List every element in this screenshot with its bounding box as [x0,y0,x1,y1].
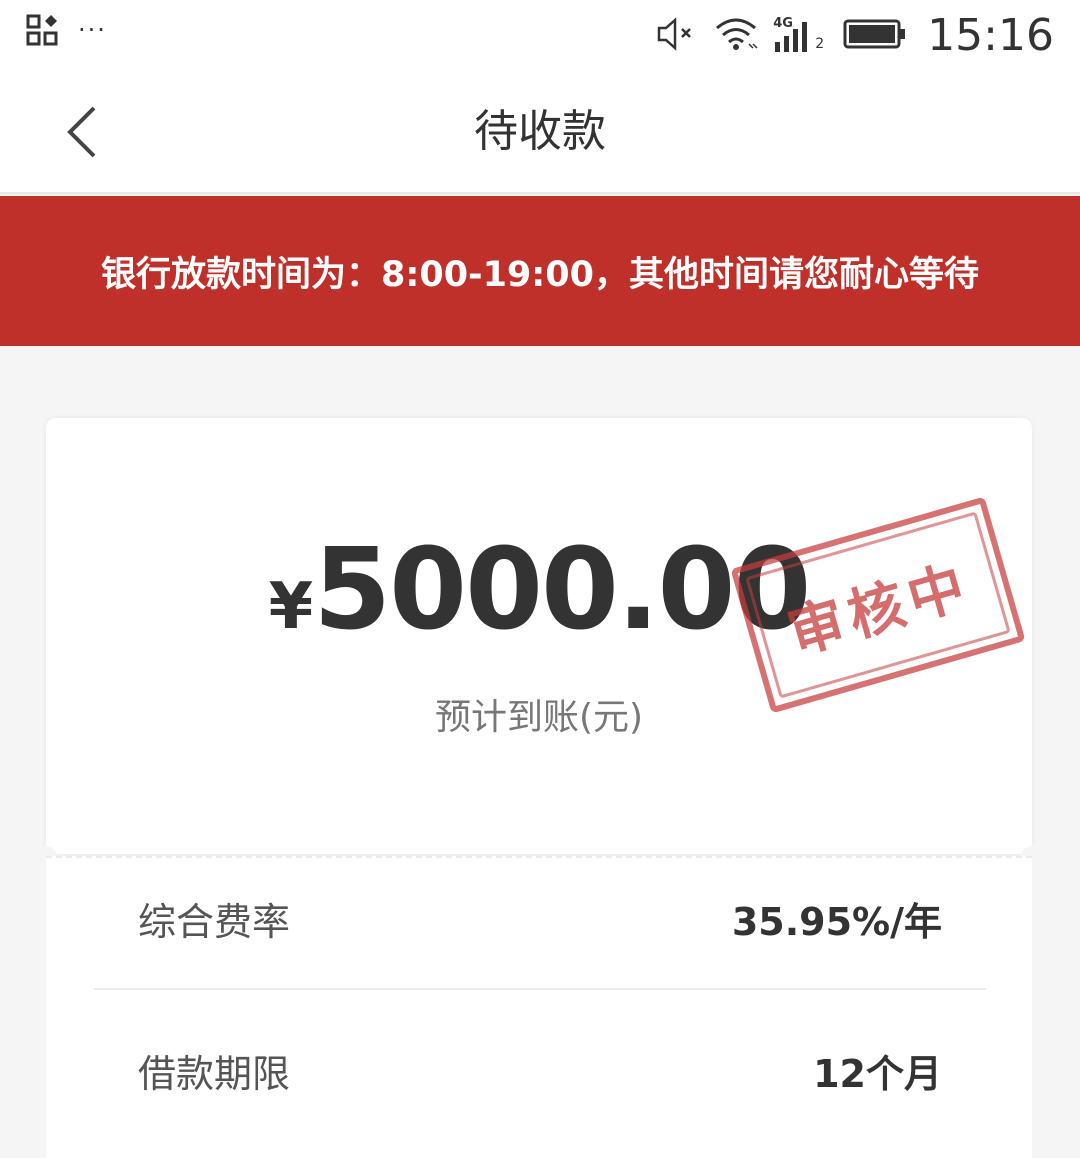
status-left: ··· [26,14,107,52]
grid-icon [26,14,60,52]
overflow-dots: ··· [78,16,107,44]
detail-label: 综合费率 [138,899,291,944]
details-card: 综合费率 35.95%/年 借款期限 12个月 [46,856,1032,1158]
status-right: 4G 2 15:16 [655,10,1054,62]
currency-symbol: ¥ [268,570,314,644]
stamp-text: 审核中 [781,552,978,667]
signal-icon: 4G 2 [773,16,829,56]
detail-label: 借款期限 [138,1051,291,1096]
notice-banner: 银行放款时间为：8:00-19:00，其他时间请您耐心等待 [0,196,1080,346]
detail-value: 12个月 [813,1051,942,1096]
mute-icon [655,16,699,56]
sim-index: 2 [815,36,825,52]
detail-row-rate: 综合费率 35.95%/年 [94,848,986,990]
page-title: 待收款 [474,106,606,157]
wifi-icon [713,16,759,56]
amount-value: 5000.00 [313,525,811,655]
detail-row-term: 借款期限 12个月 [94,1000,986,1140]
detail-value: 35.95%/年 [731,899,942,944]
amount-card: ¥5000.00 预计到账(元) 审核中 [46,418,1032,854]
notice-text: 银行放款时间为：8:00-19:00，其他时间请您耐心等待 [101,254,979,295]
amount-label: 预计到账(元) [434,697,644,738]
clock: 15:16 [927,10,1054,61]
battery-icon [843,17,907,55]
nav-bar: 待收款 [0,72,1080,194]
status-bar: ··· 4G 2 15:16 [0,0,1080,72]
